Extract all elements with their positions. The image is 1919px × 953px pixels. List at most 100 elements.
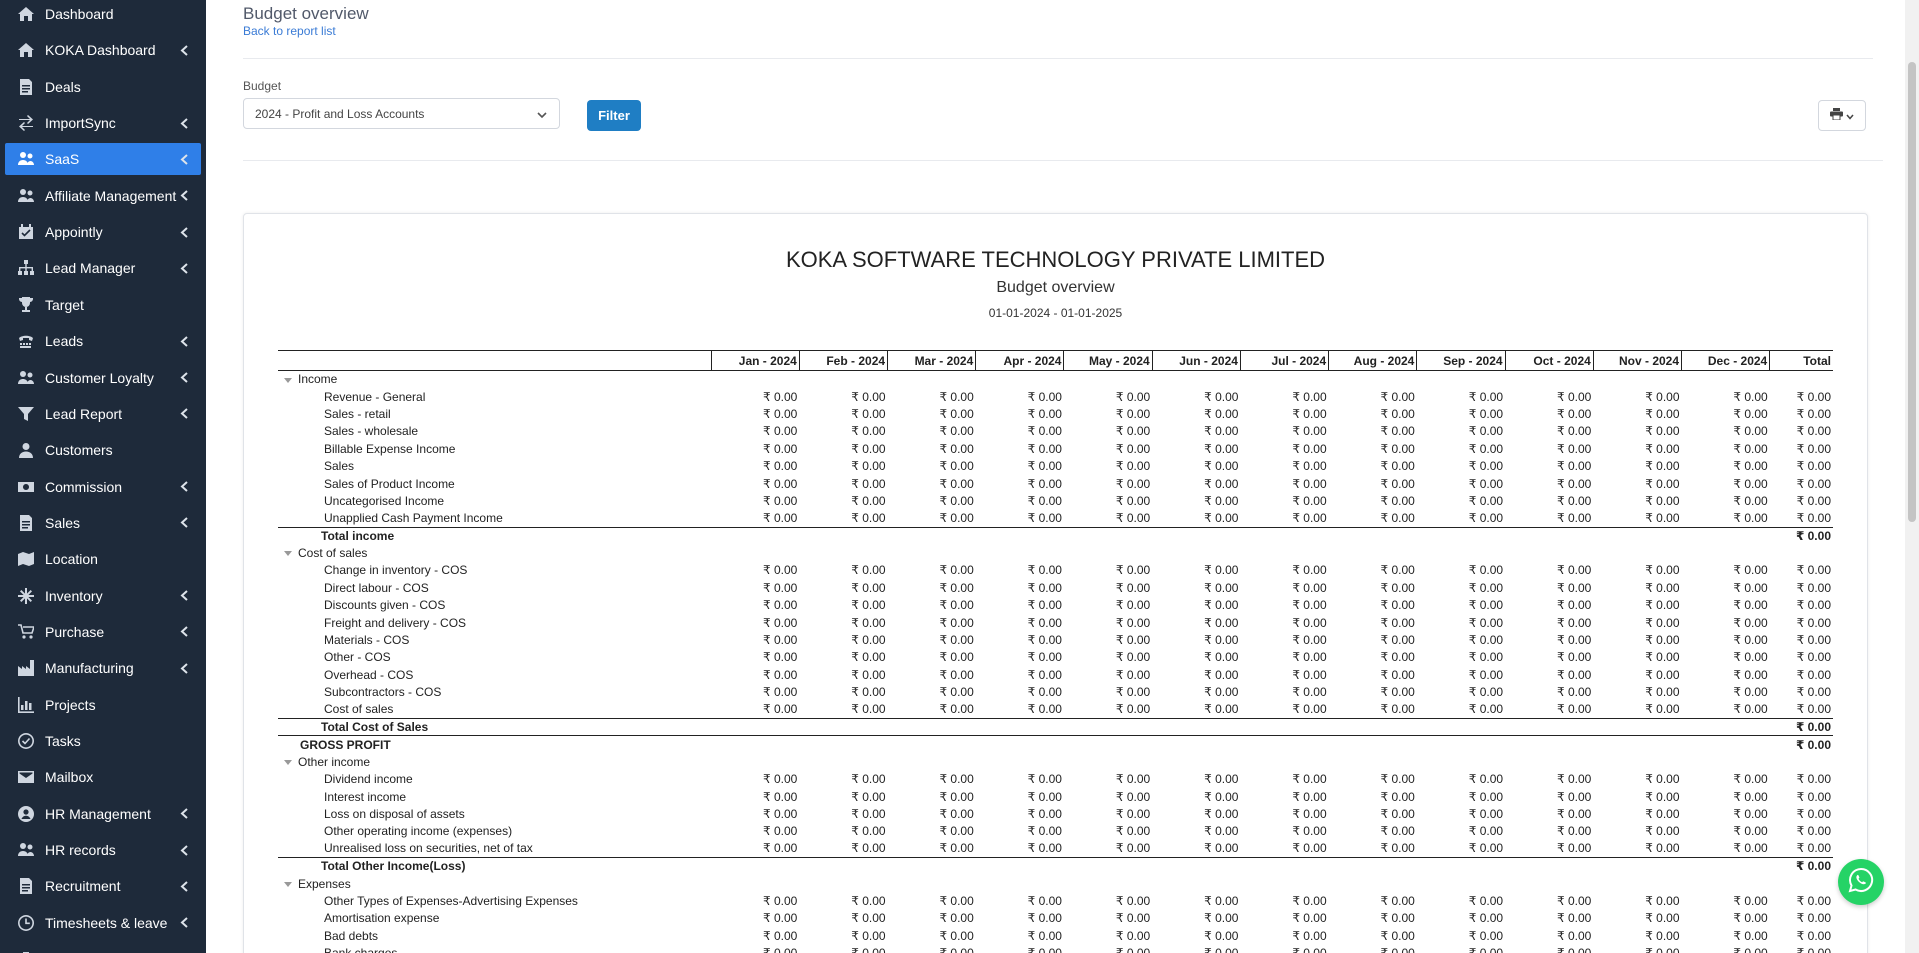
- empty-cell: [1417, 544, 1505, 561]
- value-cell: ₹ 0.00: [1027, 667, 1062, 682]
- sidebar-item-koka-dashboard[interactable]: KOKA Dashboard: [5, 34, 201, 66]
- sidebar-item-target[interactable]: Target: [5, 289, 201, 321]
- chevron-left-icon: [177, 844, 191, 856]
- value-cell: ₹ 0.00: [1380, 824, 1415, 839]
- value-cell: ₹ 0.00: [1733, 702, 1768, 717]
- sidebar-item-mailbox[interactable]: Mailbox: [5, 761, 201, 793]
- sidebar-item-customers[interactable]: Customers: [5, 434, 201, 466]
- empty-cell: [1240, 753, 1328, 770]
- empty-cell: [799, 753, 887, 770]
- sidebar-item-appointly[interactable]: Appointly: [5, 216, 201, 248]
- value-cell: ₹ 0.00: [1329, 944, 1417, 953]
- sidebar-item-commission[interactable]: Commission: [5, 471, 201, 503]
- sidebar-item-label: Appointly: [45, 224, 103, 241]
- budget-select[interactable]: 2024 - Profit and Loss Accounts: [243, 98, 560, 129]
- sidebar-item-timesheets-leave[interactable]: Timesheets & leave: [5, 907, 201, 939]
- empty-cell: [975, 717, 1064, 736]
- sidebar-item-leads[interactable]: Leads: [5, 325, 201, 357]
- value-cell: ₹ 0.00: [1770, 944, 1833, 953]
- sidebar-item-manufacturing[interactable]: Manufacturing: [5, 652, 201, 684]
- sidebar-item-affiliate-management[interactable]: Affiliate Management: [5, 180, 201, 212]
- value-cell: ₹ 0.00: [1292, 685, 1327, 700]
- collapse-triangle-icon[interactable]: [284, 881, 292, 887]
- account-row: Loss on disposal of assets ₹ 0.00 ₹ 0.00 ₹ …: [278, 805, 1833, 822]
- value-cell: ₹ 0.00: [851, 650, 886, 665]
- empty-cell: [888, 753, 976, 770]
- value-cell: ₹ 0.00: [763, 511, 798, 526]
- value-cell: ₹ 0.00: [1468, 406, 1504, 421]
- value-cell: ₹ 0.00: [1468, 563, 1504, 578]
- value-cell: ₹ 0.00: [1115, 476, 1151, 491]
- value-cell: ₹ 0.00: [1027, 841, 1062, 856]
- sidebar-item-label: Projects: [45, 696, 96, 713]
- empty-cell: [1152, 717, 1241, 736]
- value-cell: ₹ 0.00: [1204, 441, 1239, 456]
- account-row: Sales - retail ₹ 0.00 ₹ 0.00 ₹ 0.00 ₹ 0.00 ₹ …: [278, 405, 1833, 422]
- sidebar-item-staff-workload[interactable]: Staff workload: [5, 943, 201, 953]
- section-row[interactable]: Expenses: [278, 875, 1833, 892]
- chevron-left-icon: [177, 45, 191, 56]
- sidebar-item-saas[interactable]: SaaS: [5, 143, 201, 176]
- sitemap-icon: [17, 259, 35, 277]
- sidebar-item-hr-records[interactable]: HR records: [5, 834, 201, 866]
- value-cell: ₹ 0.00: [1380, 424, 1415, 439]
- empty-cell: [1505, 526, 1594, 545]
- sidebar-item-lead-manager[interactable]: Lead Manager: [5, 252, 201, 284]
- value-cell: ₹ 0.00: [939, 824, 974, 839]
- value-cell: ₹ 0.00: [1204, 911, 1239, 926]
- empty-cell: [1593, 717, 1682, 736]
- value-cell: ₹ 0.00: [1204, 406, 1239, 421]
- value-cell: ₹ 0.00: [1027, 476, 1062, 491]
- sidebar-item-inventory[interactable]: Inventory: [5, 580, 201, 612]
- section-row[interactable]: Cost of sales: [278, 544, 1833, 561]
- value-cell: ₹ 0.00: [1027, 806, 1062, 821]
- sidebar-item-recruitment[interactable]: Recruitment: [5, 870, 201, 902]
- print-dropdown-button[interactable]: [1818, 100, 1866, 131]
- value-cell: ₹ 0.00: [1115, 389, 1151, 404]
- value-cell: ₹ 0.00: [1733, 389, 1768, 404]
- sidebar-item-tasks[interactable]: Tasks: [5, 725, 201, 757]
- section-row[interactable]: Income: [278, 371, 1833, 388]
- sidebar-item-dashboard[interactable]: Dashboard: [5, 0, 201, 30]
- value-cell: ₹ 0.00: [1292, 911, 1327, 926]
- empty-cell: [1593, 544, 1681, 561]
- collapse-triangle-icon[interactable]: [284, 377, 292, 383]
- whatsapp-chat-button[interactable]: [1838, 859, 1884, 905]
- chevron-left-icon: [177, 626, 191, 638]
- filter-button[interactable]: Filter: [587, 100, 641, 131]
- value-cell: ₹ 0.00: [1556, 389, 1592, 404]
- sidebar-item-deals[interactable]: Deals: [5, 71, 201, 103]
- value-cell: ₹ 0.00: [1380, 702, 1415, 717]
- value-cell: ₹ 0.00: [1796, 459, 1831, 474]
- value-cell: ₹ 0.00: [1645, 615, 1680, 630]
- value-cell: ₹ 0.00: [1468, 702, 1504, 717]
- sidebar-item-location[interactable]: Location: [5, 543, 201, 575]
- back-to-report-list-link[interactable]: Back to report list: [243, 24, 336, 38]
- sidebar-item-customer-loyalty[interactable]: Customer Loyalty: [5, 362, 201, 394]
- page-scrollbar[interactable]: [1905, 0, 1919, 953]
- value-cell: ₹ 0.00: [1796, 772, 1831, 787]
- collapse-triangle-icon[interactable]: [284, 551, 292, 557]
- sidebar-item-lead-report[interactable]: Lead Report: [5, 398, 201, 430]
- row-label: Other Types of Expenses-Advertising Expe…: [324, 893, 578, 908]
- budget-table: Jan - 2024 Feb - 2024 Mar - 2024 Apr - 2024…: [278, 350, 1833, 953]
- sidebar-item-sales[interactable]: Sales: [5, 507, 201, 539]
- month-column-header: Jun - 2024: [1152, 350, 1241, 371]
- value-cell: ₹ 0.00: [1027, 685, 1062, 700]
- value-cell: ₹ 0.00: [1796, 789, 1831, 804]
- month-column-header: Dec - 2024: [1681, 350, 1771, 371]
- empty-cell: [1593, 753, 1681, 770]
- sidebar-item-hr-management[interactable]: HR Management: [5, 798, 201, 830]
- sidebar-item-purchase[interactable]: Purchase: [5, 616, 201, 648]
- sidebar-item-label: Customer Loyalty: [45, 369, 154, 386]
- value-cell: ₹ 0.00: [1556, 928, 1592, 943]
- value-cell: ₹ 0.00: [1027, 789, 1062, 804]
- collapse-triangle-icon[interactable]: [284, 760, 292, 766]
- sidebar-item-importsync[interactable]: ImportSync: [5, 107, 201, 139]
- value-cell: ₹ 0.00: [939, 615, 974, 630]
- empty-cell: [799, 856, 888, 875]
- sidebar-item-projects[interactable]: Projects: [5, 689, 201, 721]
- empty-cell: [1240, 544, 1328, 561]
- section-row[interactable]: Other income: [278, 753, 1833, 770]
- scrollbar-thumb[interactable]: [1908, 62, 1916, 522]
